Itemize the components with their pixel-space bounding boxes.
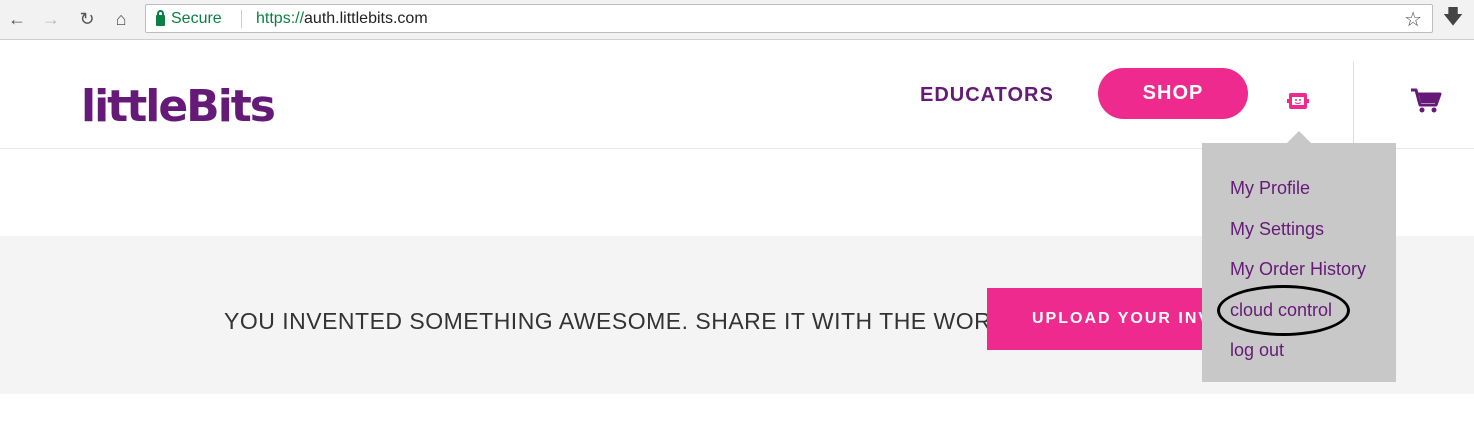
shop-button[interactable]: SHOP: [1098, 68, 1248, 119]
browser-toolbar: ← → ↻ ⌂ Secure https://auth.littlebits.c…: [0, 0, 1474, 40]
header-divider: [1353, 62, 1354, 148]
menu-item-my-settings[interactable]: My Settings: [1230, 219, 1324, 240]
omnibox-divider: [241, 10, 242, 28]
address-bar[interactable]: Secure https://auth.littlebits.com ☆: [145, 4, 1433, 33]
menu-item-my-profile[interactable]: My Profile: [1230, 178, 1310, 199]
reload-icon[interactable]: ↻: [74, 6, 100, 32]
forward-arrow-icon[interactable]: →: [38, 6, 64, 32]
cart-icon[interactable]: [1410, 88, 1442, 114]
site-header: littleBits ™ EDUCATORS SHOP: [0, 40, 1474, 149]
secure-label: Secure: [171, 10, 222, 27]
account-dropdown-menu: My Profile My Settings My Order History …: [1202, 143, 1396, 382]
download-icon[interactable]: 🡇: [1440, 6, 1466, 32]
star-icon[interactable]: ☆: [1404, 7, 1422, 32]
user-icon[interactable]: [1287, 90, 1309, 112]
banner-text: YOU INVENTED SOMETHING AWESOME. SHARE IT…: [224, 308, 1029, 334]
secure-indicator[interactable]: Secure: [156, 9, 222, 28]
logo[interactable]: littleBits: [81, 82, 276, 132]
back-arrow-icon[interactable]: ←: [4, 6, 30, 32]
lock-icon: [156, 9, 165, 26]
menu-item-log-out[interactable]: log out: [1230, 340, 1284, 361]
educators-link[interactable]: EDUCATORS: [920, 84, 1054, 107]
url-scheme: https://: [256, 10, 305, 27]
url-text[interactable]: https://auth.littlebits.com: [256, 10, 428, 28]
logo-trademark: ™: [236, 97, 244, 106]
highlight-ellipse: [1217, 285, 1350, 336]
url-host: auth.littlebits.com: [304, 10, 428, 27]
menu-item-my-order-history[interactable]: My Order History: [1230, 259, 1366, 280]
home-icon[interactable]: ⌂: [108, 6, 134, 32]
dropdown-caret: [1287, 131, 1311, 143]
